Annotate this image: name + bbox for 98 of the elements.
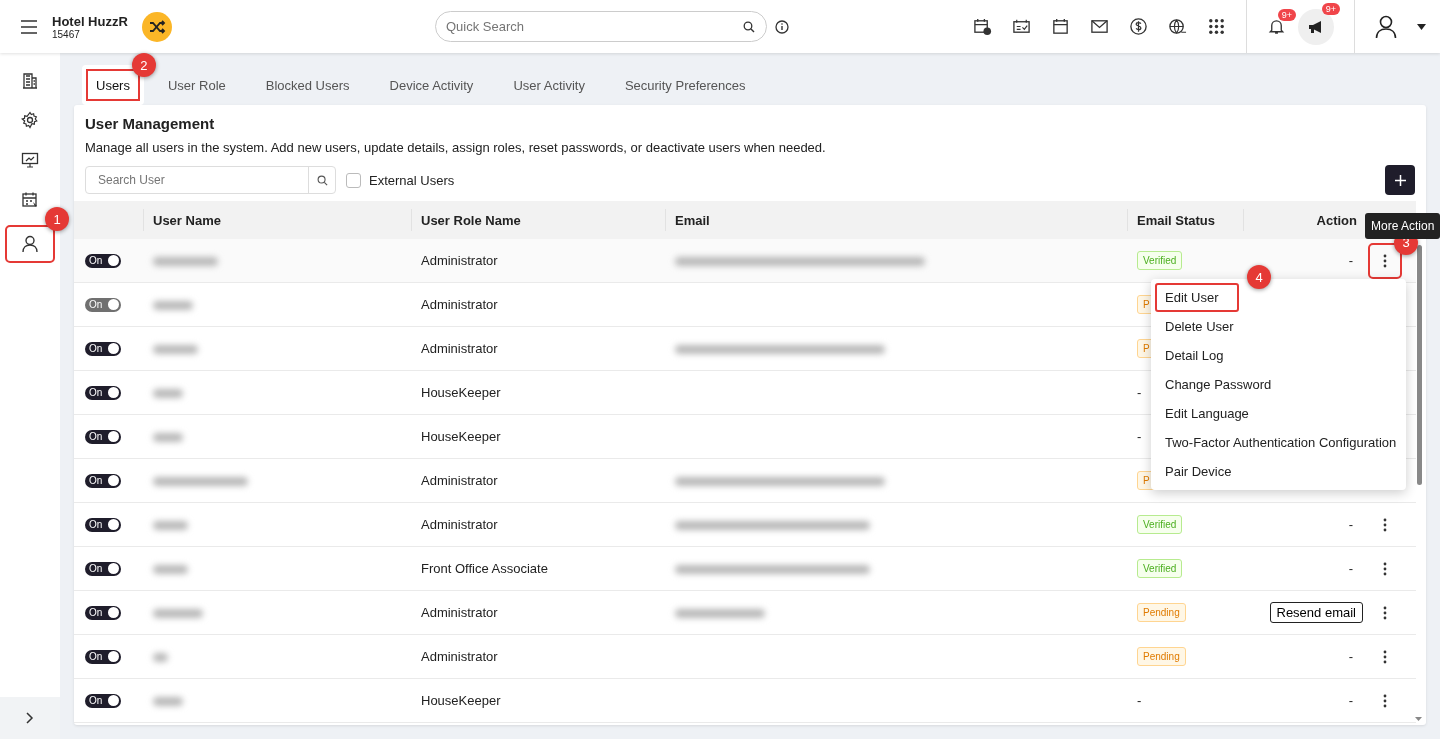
table-cell: - (1348, 649, 1353, 664)
menu-item[interactable]: Edit User (1155, 283, 1239, 312)
bell-icon[interactable] (1267, 17, 1286, 36)
user-icon (21, 235, 39, 253)
tab[interactable]: User Activity (493, 65, 605, 105)
table-cell: - (1348, 253, 1353, 268)
shuffle-icon[interactable] (141, 11, 172, 42)
search-user-field[interactable]: Search User (85, 166, 336, 194)
table-cell: Administrator (421, 649, 498, 664)
page-description: Manage all users in the system. Add new users, update details, assign roles, reset passwords, or deactivate users when needed. (85, 140, 827, 155)
menu-item[interactable]: Edit Language (1151, 399, 1406, 428)
column-header: Action (1316, 212, 1357, 228)
dollar-icon[interactable] (1129, 17, 1148, 36)
tab[interactable]: Blocked Users (245, 65, 370, 105)
chevron-right-icon (26, 712, 34, 724)
hotel-code: 15467 (52, 28, 81, 40)
table-cell: - (1137, 429, 1142, 444)
status-badge: Verified (1137, 515, 1183, 534)
building-icon (21, 71, 39, 89)
step-marker: 1 (45, 207, 69, 231)
kebab-icon (1382, 561, 1387, 576)
notification-badge: 9+ (1277, 9, 1296, 21)
step-marker: 4 (1247, 265, 1271, 289)
status-toggle[interactable]: On (85, 473, 121, 488)
search-icon (316, 174, 328, 186)
search-icon[interactable] (743, 21, 755, 33)
calendar-icon (21, 191, 39, 209)
menu-item[interactable]: Two-Factor Authentication Configuration (1151, 428, 1406, 457)
announcement-button[interactable] (1298, 8, 1334, 45)
column-header: Email (675, 212, 710, 228)
globe-icon[interactable] (1168, 17, 1187, 36)
caret-icon[interactable] (1417, 23, 1426, 30)
info-icon[interactable] (775, 19, 789, 34)
resend-email-button[interactable]: Resend email (1269, 602, 1363, 623)
plus-icon (1394, 174, 1406, 186)
kebab-icon (1382, 253, 1387, 268)
status-toggle[interactable]: On (85, 517, 121, 532)
menu-item[interactable]: Change Password (1151, 370, 1406, 399)
table-cell: - (1348, 517, 1353, 532)
status-toggle[interactable]: On (85, 693, 121, 708)
kebab-icon (1382, 693, 1387, 708)
status-badge: Verified (1137, 559, 1183, 578)
tab[interactable]: Security Preferences (604, 65, 766, 105)
user-nav-item[interactable] (7, 227, 53, 261)
step-marker: 2 (131, 53, 156, 77)
status-badge: Pending (1137, 603, 1186, 622)
table-cell: HouseKeeper (421, 693, 501, 708)
table-cell: - (1348, 561, 1353, 576)
status-toggle[interactable]: On (85, 605, 121, 620)
tooltip: More Action (1365, 212, 1440, 239)
scroll-down-icon[interactable] (1415, 717, 1422, 721)
status-toggle[interactable]: On (85, 649, 121, 664)
more-actions-button[interactable] (1369, 244, 1400, 277)
column-header: User Role Name (421, 212, 521, 228)
table-cell: HouseKeeper (421, 385, 501, 400)
mail-icon[interactable] (1090, 17, 1109, 36)
settings-icon (21, 111, 39, 129)
search-user-input[interactable]: Search User (96, 172, 308, 188)
table-cell: Administrator (421, 297, 498, 312)
table-cell: Administrator (421, 253, 498, 268)
apps-grid-icon[interactable] (1207, 17, 1226, 36)
table-cell: Administrator (421, 473, 498, 488)
quick-search-field[interactable]: Quick Search (435, 11, 767, 42)
tab[interactable]: Device Activity (369, 65, 494, 105)
table-cell: - (1137, 385, 1142, 400)
notification-badge: 9+ (1321, 2, 1340, 15)
table-cell: Administrator (421, 341, 498, 356)
column-header: Email Status (1137, 212, 1216, 228)
table-cell: - (1137, 693, 1142, 708)
calendar-icon[interactable] (1051, 17, 1070, 36)
menu-item[interactable]: Delete User (1151, 312, 1406, 341)
menu-icon[interactable] (20, 19, 38, 34)
table-cell: Administrator (421, 517, 498, 532)
table-cell: Administrator (421, 605, 498, 620)
status-toggle[interactable]: On (85, 385, 121, 400)
kebab-icon (1382, 605, 1387, 620)
checkbox-label: External Users (369, 172, 455, 188)
status-toggle[interactable]: On (85, 429, 121, 444)
add-user-button[interactable] (1385, 165, 1415, 195)
kebab-icon (1382, 517, 1387, 532)
page-title: User Management (85, 115, 216, 132)
hotel-name: Hotel HuzzR (52, 13, 128, 29)
status-toggle[interactable]: On (85, 341, 121, 356)
kebab-icon (1382, 649, 1387, 664)
status-toggle[interactable]: On (85, 561, 121, 576)
calendar-plus-icon[interactable] (973, 17, 992, 36)
table-cell: Front Office Associate (421, 561, 548, 576)
monitor-icon (21, 151, 39, 169)
scrollbar-thumb[interactable] (1417, 245, 1422, 485)
column-header: User Name (153, 212, 221, 228)
table-cell: HouseKeeper (421, 429, 501, 444)
user-avatar-icon[interactable] (1375, 14, 1397, 39)
table-cell: - (1348, 693, 1353, 708)
calendar-check-icon[interactable] (1012, 17, 1031, 36)
status-badge: Verified (1137, 251, 1183, 270)
status-badge: Pending (1137, 647, 1186, 666)
status-toggle[interactable]: On (85, 253, 121, 268)
external-users-checkbox[interactable] (346, 172, 361, 188)
